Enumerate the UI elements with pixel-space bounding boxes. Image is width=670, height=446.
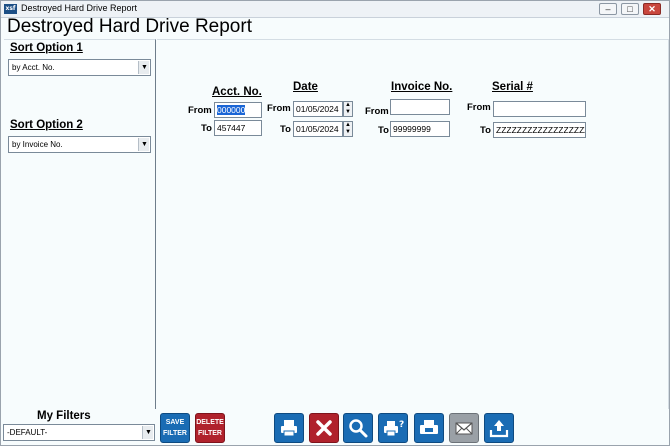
sort-option-2-value: by Invoice No. [12,140,63,149]
save-filter-button[interactable]: SAVE FILTER [160,413,190,443]
date-from-input[interactable]: 01/05/2024 [293,101,343,117]
cancel-button[interactable] [309,413,339,443]
spin-down-icon[interactable]: ▼ [344,129,352,136]
delete-filter-label-line1: DELETE [196,419,224,426]
acct-from-label: From [188,105,212,116]
acct-no-heading: Acct. No. [212,86,262,98]
spin-down-icon[interactable]: ▼ [344,109,352,116]
invoice-to-input[interactable]: 99999999 [390,121,450,137]
sort-options-panel: Sort Option 1 by Acct. No. ▼ Sort Option… [4,39,156,409]
serial-from-label: From [467,102,491,113]
fax-icon [420,420,438,434]
chevron-down-icon[interactable]: ▼ [142,426,153,439]
print-icon [281,420,297,437]
delete-filter-button[interactable]: DELETE FILTER [195,413,225,443]
sort-option-1-value: by Acct. No. [12,63,55,72]
invoice-from-label: From [365,106,389,117]
maximize-icon: □ [627,4,633,14]
report-window: xsf Destroyed Hard Drive Report – □ ✕ De… [0,0,670,446]
fax-button[interactable] [414,413,444,443]
invoice-to-label: To [378,125,389,136]
close-icon: ✕ [648,4,656,14]
my-filters-select[interactable]: -DEFAULT- ▼ [3,424,155,441]
report-title: Destroyed Hard Drive Report [7,16,252,37]
sort-option-2-select[interactable]: by Invoice No. ▼ [8,136,151,153]
acct-to-label: To [201,123,212,134]
search-button[interactable] [343,413,373,443]
export-icon [489,420,509,438]
close-button[interactable]: ✕ [643,3,661,15]
minimize-button[interactable]: – [599,3,617,15]
invoice-from-input[interactable] [390,99,450,115]
svg-text:?: ? [399,420,404,430]
invoice-no-heading: Invoice No. [391,81,453,93]
date-heading: Date [293,81,318,93]
cancel-icon [316,420,332,436]
sort-option-1-select[interactable]: by Acct. No. ▼ [8,59,151,76]
maximize-button[interactable]: □ [621,3,639,15]
acct-from-input[interactable]: 000000 [214,102,262,118]
date-to-spinner[interactable]: ▲ ▼ [343,121,353,137]
acct-to-input[interactable]: 457447 [214,120,262,136]
print-button[interactable] [274,413,304,443]
save-filter-label-line2: FILTER [163,430,187,437]
serial-to-input[interactable]: ZZZZZZZZZZZZZZZZZZZZ [493,122,586,138]
delete-filter-label-line2: FILTER [198,430,222,437]
serial-from-input[interactable] [493,101,586,117]
serial-to-label: To [480,125,491,136]
serial-heading: Serial # [492,81,533,93]
sort-option-1-label: Sort Option 1 [10,42,83,54]
minimize-icon: – [605,4,611,14]
save-filter-label-line1: SAVE [165,419,185,426]
export-button[interactable] [484,413,514,443]
sort-option-2-label: Sort Option 2 [10,119,83,131]
chevron-down-icon[interactable]: ▼ [138,138,149,151]
email-button[interactable] [449,413,479,443]
search-icon [349,419,368,438]
date-to-input[interactable]: 01/05/2024 [293,121,343,137]
spin-up-icon[interactable]: ▲ [344,122,352,129]
date-from-spinner[interactable]: ▲ ▼ [343,101,353,117]
print-preview-button[interactable]: ? [378,413,408,443]
spin-up-icon[interactable]: ▲ [344,102,352,109]
my-filters-label: My Filters [37,410,91,422]
my-filters-value: -DEFAULT- [7,428,48,437]
app-logo-icon: xsf [4,4,17,14]
chevron-down-icon[interactable]: ▼ [138,61,149,74]
email-icon [455,422,473,435]
date-from-label: From [267,103,291,114]
date-to-label: To [280,124,291,135]
print-preview-icon: ? [384,420,404,437]
window-title: Destroyed Hard Drive Report [21,3,138,13]
